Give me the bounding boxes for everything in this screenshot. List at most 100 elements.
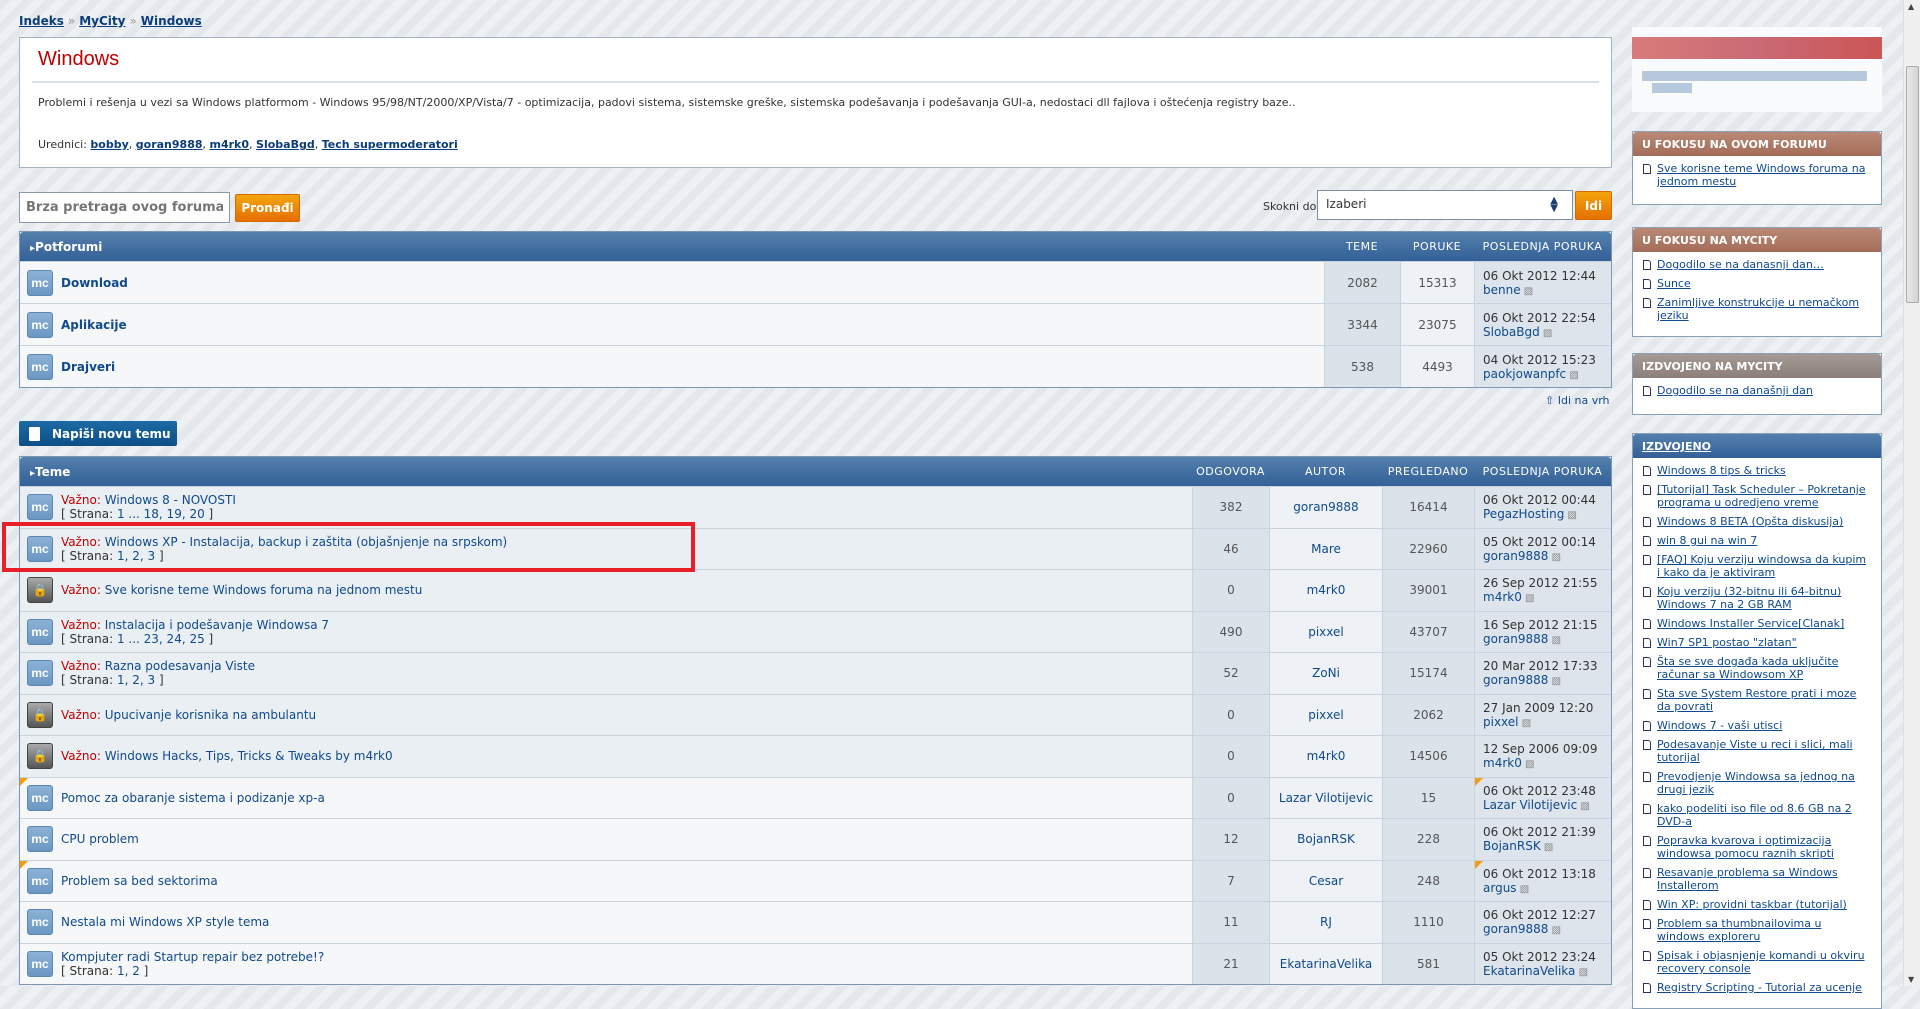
last-post: 06 Okt 2012 21:39 BojanRSK: [1474, 819, 1611, 860]
replies-count: 11: [1192, 902, 1269, 943]
sidebar-link[interactable]: [Tutorijal] Task Scheduler – Pokretanje …: [1657, 483, 1871, 509]
lock-icon: 🔒: [27, 577, 53, 604]
breadcrumb-windows[interactable]: Windows: [141, 14, 202, 28]
scroll-up-icon[interactable]: ▲: [1908, 2, 1914, 11]
sidebar-link[interactable]: Registry Scripting - Tutorial za ucenje: [1657, 981, 1862, 994]
forum-search-input[interactable]: [19, 192, 230, 223]
scrollbar-thumb[interactable]: [1906, 66, 1919, 303]
sidebar-link[interactable]: Problem sa thumbnailovima u windows expl…: [1657, 917, 1871, 943]
scrollbar[interactable]: ▲ ▼: [1903, 0, 1920, 986]
sidebar-link[interactable]: win 8 gui na win 7: [1657, 534, 1757, 547]
sidebar-link[interactable]: Windows 8 BETA (Opšta diskusija): [1657, 515, 1843, 528]
last-post-user[interactable]: goran9888: [1483, 632, 1561, 646]
topic-author[interactable]: pixxel: [1269, 694, 1382, 735]
topic-author[interactable]: m4rk0: [1269, 570, 1382, 611]
topic-author[interactable]: RJ: [1269, 902, 1382, 943]
topic-link[interactable]: Razna podesavanja Viste: [105, 659, 255, 673]
page-links[interactable]: 1, 2: [117, 964, 140, 978]
sidebar-box-title[interactable]: IZDVOJENO: [1633, 434, 1881, 458]
topic-author[interactable]: Cesar: [1269, 860, 1382, 901]
last-post-user[interactable]: pixxel: [1483, 715, 1531, 729]
views-count: 43707: [1382, 611, 1474, 652]
last-post-user[interactable]: benne: [1483, 283, 1533, 297]
sidebar-link[interactable]: Dogodilo se na danasnji dan…: [1657, 258, 1824, 271]
last-post-user[interactable]: m4rk0: [1483, 590, 1534, 604]
topic-author[interactable]: BojanRSK: [1269, 819, 1382, 860]
topic-author[interactable]: m4rk0: [1269, 736, 1382, 777]
sidebar-link[interactable]: Sunce: [1657, 277, 1691, 290]
sidebar-box: U FOKUSU NA MYCITY Dogodilo se na danasnj…: [1632, 227, 1882, 337]
topic-author[interactable]: ZoNi: [1269, 653, 1382, 694]
moderator-link[interactable]: Tech supermoderatori: [322, 138, 458, 151]
subforum-row: mc Aplikacije 3344 23075 06 Okt 2012 22:5…: [20, 303, 1611, 345]
page-links[interactable]: 1, 2, 3: [117, 673, 155, 687]
topic-link[interactable]: Windows 8 - NOVOSTI: [105, 493, 236, 507]
scroll-down-icon[interactable]: ▼: [1908, 975, 1914, 984]
subforum-link[interactable]: Aplikacije: [61, 318, 127, 332]
last-post-user[interactable]: paokjowanpfc: [1483, 367, 1579, 381]
back-to-top-link[interactable]: ⇧ Idi na vrh: [1545, 394, 1610, 407]
sidebar-link[interactable]: Popravka kvarova i optimizacija windowsa…: [1657, 834, 1871, 860]
topic-author[interactable]: EkatarinaVelika: [1269, 943, 1382, 984]
breadcrumb-mycity[interactable]: MyCity: [79, 14, 125, 28]
new-topic-button[interactable]: Napiši novu temu: [19, 421, 177, 446]
last-post-user[interactable]: goran9888: [1483, 549, 1561, 563]
breadcrumb-indeks[interactable]: Indeks: [19, 14, 64, 28]
jump-select[interactable]: Izaberi ▲ ▼: [1317, 190, 1573, 220]
topic-link[interactable]: Pomoc za obaranje sistema i podizanje xp…: [61, 791, 325, 805]
sidebar-link[interactable]: Dogodilo se na današnji dan: [1657, 384, 1813, 397]
topic-author[interactable]: Lazar Vilotijevic: [1269, 777, 1382, 818]
topic-link[interactable]: Nestala mi Windows XP style tema: [61, 915, 269, 929]
views-count: 15174: [1382, 653, 1474, 694]
last-post-user[interactable]: goran9888: [1483, 673, 1561, 687]
topic-link[interactable]: Sve korisne teme Windows foruma na jedno…: [105, 583, 423, 597]
last-post: 06 Okt 2012 13:18 argus: [1474, 860, 1611, 901]
topic-author[interactable]: Mare: [1269, 528, 1382, 569]
moderator-link[interactable]: m4rk0: [210, 138, 250, 151]
topic-link[interactable]: Instalacija i podešavanje Windowsa 7: [105, 618, 329, 632]
sidebar-link[interactable]: Sta sve System Restore prati i moze da p…: [1657, 687, 1871, 713]
pagination: [ Strana: 1 ... 18, 19, 20 ]: [61, 507, 214, 522]
last-post-user[interactable]: argus: [1483, 881, 1529, 895]
last-post-user[interactable]: Lazar Vilotijevic: [1483, 798, 1590, 812]
ad-banner[interactable]: [1632, 27, 1882, 112]
sidebar-link[interactable]: Sve korisne teme Windows foruma na jedno…: [1657, 162, 1871, 188]
last-post-user[interactable]: SlobaBgd: [1483, 325, 1552, 339]
last-post-user[interactable]: PegazHosting: [1483, 507, 1577, 521]
subforum-link[interactable]: Download: [61, 276, 128, 290]
last-post-user[interactable]: EkatarinaVelika: [1483, 964, 1588, 978]
page-links[interactable]: 1 ... 18, 19, 20: [117, 507, 205, 521]
sidebar-link[interactable]: [FAQ] Koju verziju windowsa da kupim i k…: [1657, 553, 1871, 579]
last-post-user[interactable]: m4rk0: [1483, 756, 1534, 770]
moderator-link[interactable]: bobby: [90, 138, 128, 151]
topic-link[interactable]: Problem sa bed sektorima: [61, 874, 218, 888]
topic-link[interactable]: Windows Hacks, Tips, Tricks & Tweaks by …: [105, 749, 393, 763]
sidebar-link[interactable]: Windows 8 tips & tricks: [1657, 464, 1786, 477]
last-post-user[interactable]: BojanRSK: [1483, 839, 1553, 853]
sidebar-link[interactable]: kako podeliti iso file od 8.6 GB na 2 DV…: [1657, 802, 1871, 828]
topic-link[interactable]: Upucivanje korisnika na ambulantu: [105, 708, 316, 722]
sidebar-link[interactable]: Windows Installer Service[Clanak]: [1657, 617, 1844, 630]
sidebar-link[interactable]: Podesavanje Viste u reci i slici, mali t…: [1657, 738, 1871, 764]
topic-author[interactable]: pixxel: [1269, 611, 1382, 652]
last-post-user[interactable]: goran9888: [1483, 922, 1561, 936]
page-links[interactable]: 1 ... 23, 24, 25: [117, 632, 205, 646]
sidebar-link[interactable]: Prevodjenje Windowsa sa jednog na drugi …: [1657, 770, 1871, 796]
search-button[interactable]: Pronađi: [235, 194, 300, 222]
sidebar-link[interactable]: Windows 7 - vaši utisci: [1657, 719, 1782, 732]
sidebar-link[interactable]: Resavanje problema sa Windows Installero…: [1657, 866, 1871, 892]
moderator-link[interactable]: SlobaBgd: [256, 138, 315, 151]
sidebar-link[interactable]: Koju verziju (32-bitnu ili 64-bitnu) Win…: [1657, 585, 1871, 611]
subforum-link[interactable]: Drajveri: [61, 360, 115, 374]
topic-link[interactable]: Kompjuter radi Startup repair bez potreb…: [61, 950, 324, 964]
document-icon: [1643, 638, 1651, 648]
sidebar-link[interactable]: Win XP: providni taskbar (tutorijal): [1657, 898, 1847, 911]
topic-author[interactable]: goran9888: [1269, 487, 1382, 528]
sidebar-link[interactable]: Zanimljive konstrukcije u nemačkom jezik…: [1657, 296, 1871, 322]
sidebar-link[interactable]: Win7 SP1 postao "zlatan": [1657, 636, 1797, 649]
sidebar-link[interactable]: Spisak i objasnjenje komandi u okviru re…: [1657, 949, 1871, 975]
topic-link[interactable]: CPU problem: [61, 832, 139, 846]
moderator-link[interactable]: goran9888: [136, 138, 203, 151]
jump-go-button[interactable]: Idi: [1575, 191, 1612, 220]
sidebar-link[interactable]: Šta se sve događa kada uključite računar…: [1657, 655, 1871, 681]
